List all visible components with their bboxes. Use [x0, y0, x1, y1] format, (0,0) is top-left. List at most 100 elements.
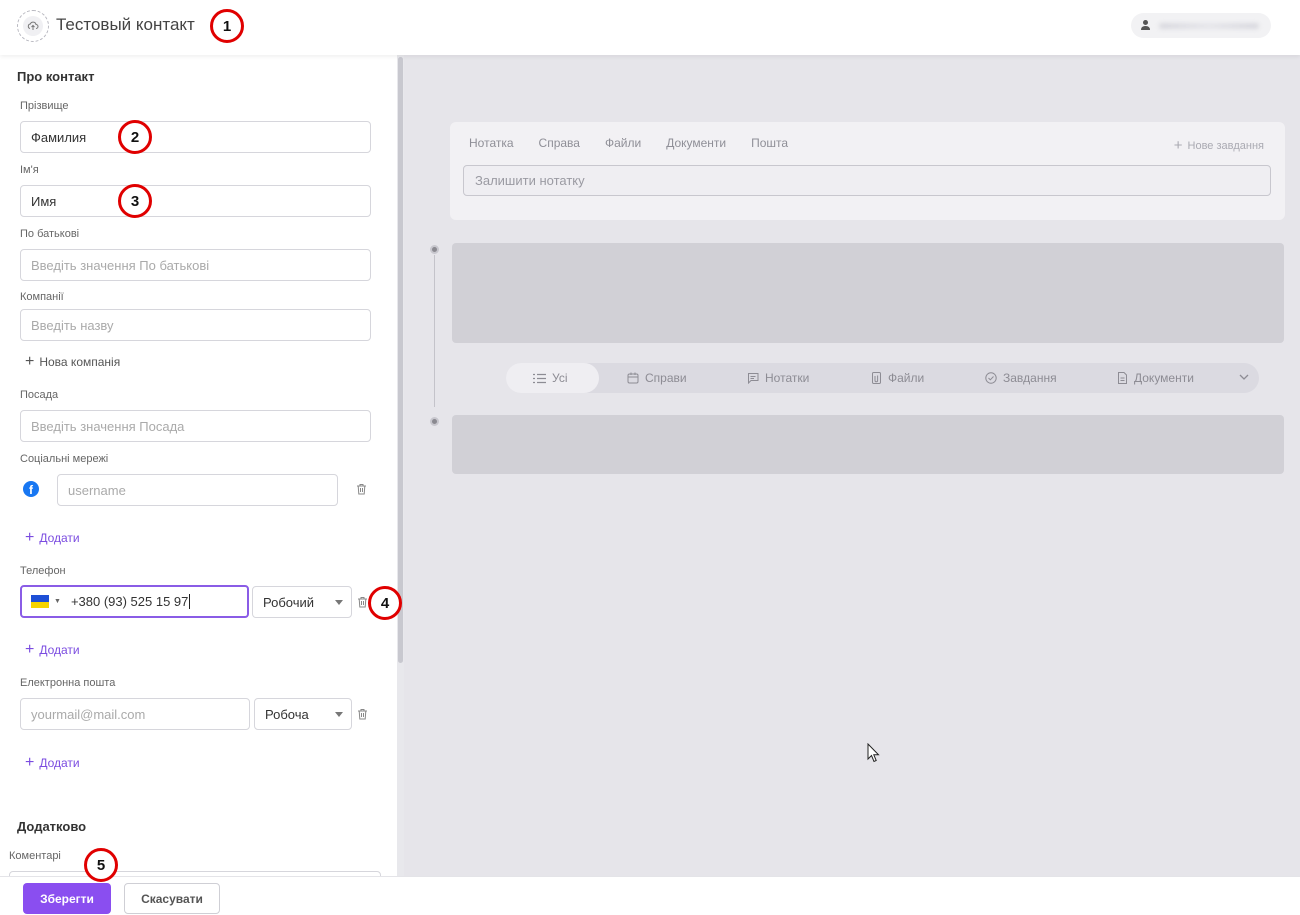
- tab-note[interactable]: Нотатка: [469, 136, 514, 150]
- position-input[interactable]: Введіть значення Посада: [20, 410, 371, 442]
- add-social-label: Додати: [39, 531, 80, 545]
- comments-label: Коментарі: [9, 850, 61, 862]
- text-cursor: [189, 594, 191, 609]
- section-title-extra: Додатково: [17, 819, 87, 834]
- filter-deals[interactable]: Справи: [627, 371, 687, 385]
- filter-tasks-label: Завдання: [1003, 371, 1057, 385]
- first-name-input[interactable]: Имя: [20, 185, 371, 217]
- filter-files[interactable]: Файли: [871, 371, 924, 385]
- new-company-label: Нова компанія: [39, 355, 121, 369]
- position-label: Посада: [20, 389, 59, 401]
- timeline-dot: [430, 417, 439, 426]
- note-input[interactable]: Залишити нотатку: [463, 165, 1271, 196]
- new-company-button[interactable]: + Нова компанія: [25, 353, 121, 370]
- timeline-dot: [430, 245, 439, 254]
- companies-input[interactable]: Введіть назву: [20, 309, 371, 341]
- filter-deals-label: Справи: [645, 371, 687, 385]
- filter-tasks[interactable]: Завдання: [985, 371, 1057, 385]
- email-label: Електронна пошта: [20, 677, 116, 689]
- upload-cloud-icon: [27, 21, 39, 30]
- plus-icon: +: [25, 529, 35, 546]
- ukraine-flag-icon[interactable]: [31, 595, 49, 608]
- avatar-upload[interactable]: [17, 10, 49, 42]
- trash-icon[interactable]: [357, 708, 368, 720]
- email-type-select[interactable]: Робоча: [254, 698, 352, 730]
- chevron-down-icon[interactable]: [1239, 374, 1249, 381]
- add-phone-button[interactable]: + Додати: [25, 641, 80, 658]
- section-title-about: Про контакт: [17, 69, 95, 84]
- timeline-placeholder-block: [452, 415, 1284, 474]
- filter-documents-label: Документи: [1134, 371, 1194, 385]
- filter-files-label: Файли: [888, 371, 925, 385]
- add-social-button[interactable]: + Додати: [25, 529, 80, 546]
- new-task-label: Нове завдання: [1187, 139, 1264, 152]
- country-dropdown-caret-icon[interactable]: ▼: [54, 598, 61, 605]
- header: Тестовый контакт: [0, 0, 1300, 55]
- filter-notes-label: Нотатки: [765, 371, 810, 385]
- phone-type-select[interactable]: Робочий: [252, 586, 352, 618]
- add-email-label: Додати: [39, 756, 80, 770]
- plus-icon: +: [1173, 137, 1183, 154]
- contact-form-panel: [0, 55, 398, 876]
- form-actions-bar: Зберегти Скасувати: [0, 876, 1300, 915]
- user-icon: [1141, 20, 1150, 30]
- last-name-input[interactable]: Фамилия: [20, 121, 371, 153]
- list-icon: [533, 373, 546, 383]
- patronymic-label: По батькові: [20, 228, 80, 240]
- facebook-icon: f: [23, 481, 39, 497]
- first-name-label: Ім'я: [20, 164, 39, 176]
- trash-icon[interactable]: [356, 483, 367, 495]
- mouse-cursor-icon: [867, 743, 880, 763]
- chevron-down-icon: [335, 600, 343, 605]
- plus-icon: +: [25, 353, 35, 370]
- check-circle-icon: [985, 372, 997, 384]
- chevron-down-icon: [335, 712, 343, 717]
- phone-input[interactable]: ▼ +380 (93) 525 15 97: [20, 585, 249, 618]
- patronymic-input[interactable]: Введіть значення По батькові: [20, 249, 371, 281]
- user-menu[interactable]: [1131, 13, 1271, 38]
- plus-icon: +: [25, 754, 35, 771]
- scrollbar-thumb[interactable]: [398, 57, 403, 663]
- new-task-button[interactable]: + Нове завдання: [1174, 137, 1264, 154]
- cancel-button[interactable]: Скасувати: [124, 883, 220, 914]
- composer-tabs: Нотатка Справа Файли Документи Пошта: [469, 136, 788, 150]
- phone-value: +380 (93) 525 15 97: [70, 594, 189, 609]
- companies-label: Компанії: [20, 291, 64, 303]
- timeline-placeholder-block: [452, 243, 1284, 343]
- tab-documents[interactable]: Документи: [666, 136, 726, 150]
- activity-composer: Нотатка Справа Файли Документи Пошта + Н…: [450, 122, 1285, 220]
- calendar-icon: [627, 372, 639, 384]
- annotation-marker-2: 2: [118, 120, 152, 154]
- page-title: Тестовый контакт: [56, 15, 195, 34]
- filter-documents[interactable]: Документи: [1117, 371, 1194, 385]
- timeline-line: [434, 255, 435, 407]
- annotation-marker-3: 3: [118, 184, 152, 218]
- trash-icon[interactable]: [357, 596, 368, 608]
- document-icon: [1118, 372, 1127, 384]
- activity-filter-bar: Усі Справи Нотатки Файли Завдання Докуме…: [506, 363, 1259, 393]
- filter-notes[interactable]: Нотатки: [747, 371, 809, 385]
- tab-mail[interactable]: Пошта: [751, 136, 788, 150]
- tab-deal[interactable]: Справа: [539, 136, 580, 150]
- annotation-marker-4: 4: [368, 586, 402, 620]
- phone-label: Телефон: [20, 565, 66, 577]
- email-input[interactable]: yourmail@mail.com: [20, 698, 250, 730]
- social-label: Соціальні мережі: [20, 453, 109, 465]
- plus-icon: +: [25, 641, 35, 658]
- last-name-label: Прізвище: [20, 100, 69, 112]
- filter-all-label: Усі: [552, 371, 568, 385]
- email-type-value: Робоча: [265, 706, 309, 722]
- comment-icon: [748, 373, 759, 384]
- form-scrollbar[interactable]: [397, 55, 404, 876]
- save-button[interactable]: Зберегти: [23, 883, 111, 914]
- annotation-marker-5: 5: [84, 848, 118, 882]
- phone-type-value: Робочий: [263, 594, 315, 610]
- tab-files[interactable]: Файли: [605, 136, 641, 150]
- add-phone-label: Додати: [39, 643, 80, 657]
- social-username-input[interactable]: username: [57, 474, 338, 506]
- filter-all[interactable]: Усі: [533, 371, 568, 385]
- add-email-button[interactable]: + Додати: [25, 754, 80, 771]
- user-name-blurred: [1159, 23, 1259, 29]
- file-icon: [872, 372, 881, 384]
- annotation-marker-1: 1: [210, 9, 244, 43]
